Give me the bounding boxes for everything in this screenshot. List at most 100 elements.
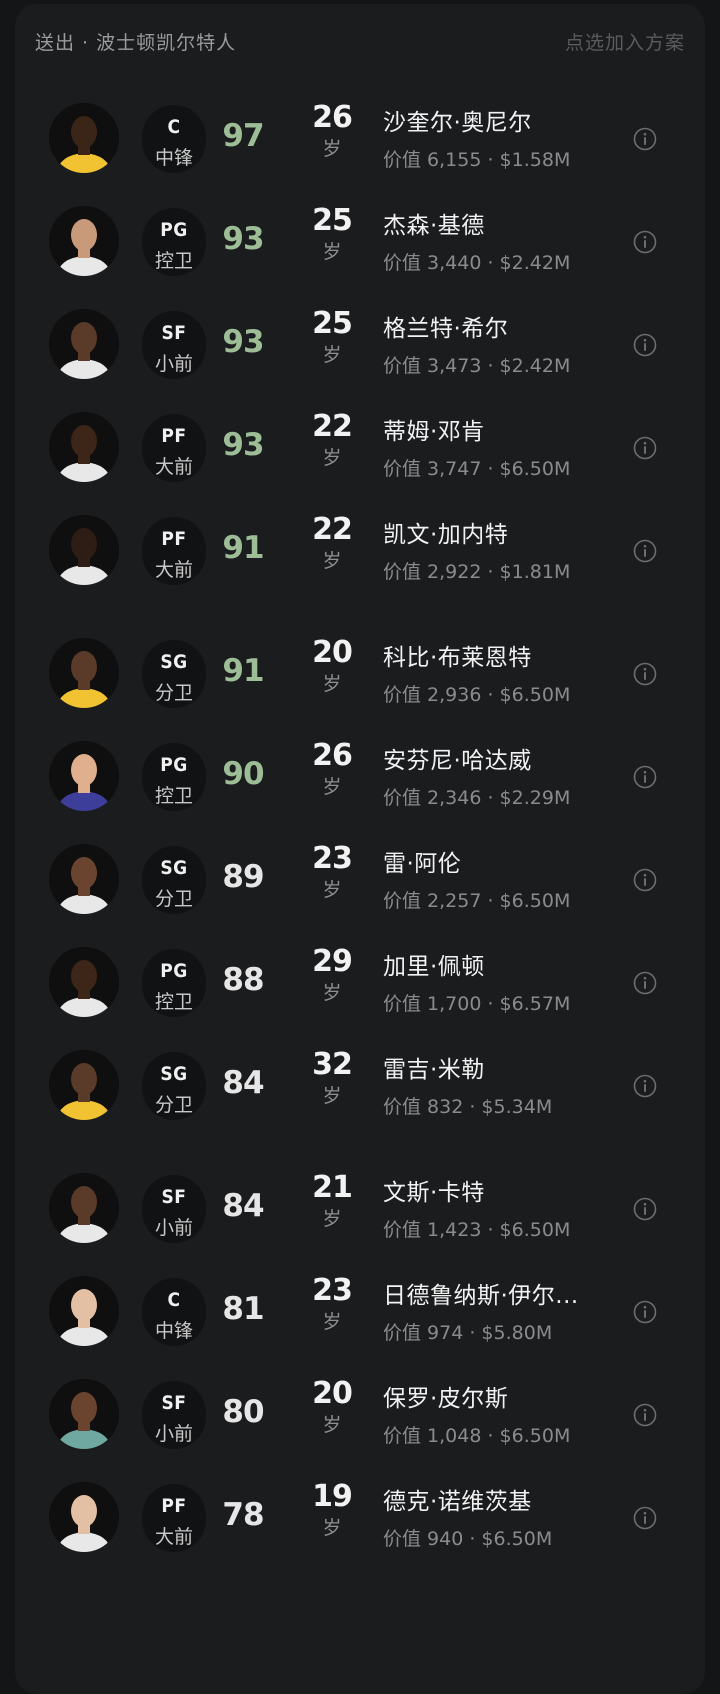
position-label: 分卫 — [154, 888, 193, 910]
info-icon[interactable] — [633, 1197, 657, 1221]
age-number: 25 — [312, 203, 353, 238]
player-row[interactable]: PF 大前 91 22 岁 凯文·加内特价值 2,922 · $1.81M — [15, 495, 705, 605]
info-icon[interactable] — [633, 662, 657, 686]
player-age: 25 岁 — [302, 204, 362, 266]
player-avatar — [49, 947, 119, 1017]
player-value-salary: 价值 2,346 · $2.29M — [383, 787, 571, 809]
player-name: 安芬尼·哈达威 — [383, 748, 532, 774]
position-label: 大前 — [154, 559, 193, 581]
overall-rating: 91 — [222, 530, 264, 566]
player-value-salary: 价值 6,155 · $1.58M — [383, 149, 571, 171]
position-label: 中锋 — [154, 1320, 193, 1342]
position-abbr: PG — [160, 960, 188, 982]
age-number: 29 — [312, 944, 353, 979]
position-abbr: PG — [160, 219, 188, 241]
player-age: 21 岁 — [302, 1171, 362, 1233]
age-number: 26 — [312, 738, 353, 773]
info-icon[interactable] — [633, 1506, 657, 1530]
add-to-plan-button[interactable]: 点选加入方案 — [565, 28, 685, 55]
player-name: 德克·诺维茨基 — [383, 1489, 532, 1515]
position-label: 大前 — [154, 456, 193, 478]
age-unit: 岁 — [322, 1085, 342, 1107]
info-icon[interactable] — [633, 1300, 657, 1324]
position-label: 分卫 — [154, 682, 193, 704]
info-icon[interactable] — [633, 1403, 657, 1427]
position-badge: PF 大前 — [142, 1484, 206, 1552]
player-row[interactable]: SF 小前 84 21 岁 文斯·卡特 价值 1,423 · $6.50M — [15, 1153, 705, 1263]
info-icon[interactable] — [633, 436, 657, 460]
overall-rating: 84 — [222, 1065, 264, 1101]
position-badge: SF 小前 — [142, 311, 206, 379]
player-row[interactable]: SG 分卫 91 20 岁 科比·布莱恩特 价值 2,936 · $6.50M — [15, 618, 705, 728]
player-row[interactable]: C 中锋 97 26 岁 沙奎尔·奥尼尔 价值 6,155 · $1.58M — [15, 83, 705, 193]
player-row[interactable]: PG 控卫 93 25 岁 杰森·基德 价值 3,440 · $2.42M — [15, 186, 705, 296]
position-badge: PF 大前 — [142, 414, 206, 482]
position-abbr: SG — [160, 1063, 188, 1085]
player-age: 26 岁 — [302, 101, 362, 163]
position-abbr: PF — [161, 1495, 187, 1517]
player-value-salary: 价值 1,048 · $6.50M — [383, 1425, 571, 1447]
player-age: 25 岁 — [302, 307, 362, 369]
info-icon[interactable] — [633, 765, 657, 789]
info-icon[interactable] — [633, 333, 657, 357]
player-avatar — [49, 103, 119, 173]
player-age: 26 岁 — [302, 739, 362, 801]
position-badge: PF 大前 — [142, 517, 206, 585]
age-number: 32 — [312, 1047, 353, 1082]
player-name: 格兰特·希尔 — [383, 316, 509, 342]
position-abbr: SG — [160, 857, 188, 879]
overall-rating: 84 — [222, 1188, 264, 1224]
overall-rating: 90 — [222, 756, 264, 792]
position-label: 小前 — [154, 1423, 193, 1445]
position-label: 大前 — [154, 1526, 193, 1548]
player-value-salary: 价值 832 · $5.34M — [383, 1096, 553, 1118]
age-number: 20 — [312, 1376, 353, 1411]
player-row[interactable]: SG 分卫 89 23 岁 雷·阿伦 价值 2,257 · $6.50M — [15, 824, 705, 934]
player-row[interactable]: SF 小前 80 20 岁 保罗·皮尔斯 价值 1,048 · $6.50M — [15, 1359, 705, 1469]
info-icon[interactable] — [633, 230, 657, 254]
player-name: 保罗·皮尔斯 — [383, 1386, 509, 1412]
info-icon[interactable] — [633, 971, 657, 995]
player-value-salary: 价值 2,922 · $1.81M — [383, 561, 571, 583]
position-label: 小前 — [154, 353, 193, 375]
player-row[interactable]: SG 分卫 84 32 岁 雷吉·米勒 价值 832 · $5.34M — [15, 1030, 705, 1140]
age-number: 23 — [312, 1273, 353, 1308]
player-avatar — [49, 1276, 119, 1346]
player-row[interactable]: C 中锋 81 23 岁 日德鲁纳斯·伊尔... 价值 974 · $5.80M — [15, 1256, 705, 1366]
player-age: 22 岁 — [302, 513, 362, 575]
player-avatar — [49, 741, 119, 811]
player-avatar — [49, 1050, 119, 1120]
age-unit: 岁 — [322, 447, 342, 469]
position-abbr: SF — [161, 1392, 187, 1414]
info-icon[interactable] — [633, 127, 657, 151]
player-value-salary: 价值 1,423 · $6.50M — [383, 1219, 571, 1241]
position-badge: PG 控卫 — [142, 949, 206, 1017]
player-row[interactable]: PG 控卫 88 29 岁 加里·佩顿 价值 1,700 · $6.57M — [15, 927, 705, 1037]
player-row[interactable]: PF 大前 78 19 岁 德克·诺维茨基 价值 940 · $6.50M — [15, 1462, 705, 1572]
player-row[interactable]: PG 控卫 90 26 岁 安芬尼·哈达威价值 2,346 · $2.29M — [15, 721, 705, 831]
player-row[interactable]: SF 小前 93 25 岁 格兰特·希尔 价值 3,473 · $2.42M — [15, 289, 705, 399]
panel-header: 送出 · 波士顿凯尔特人 点选加入方案 — [15, 4, 705, 74]
position-abbr: C — [167, 116, 181, 138]
age-unit: 岁 — [322, 1517, 342, 1539]
position-abbr: PG — [160, 754, 188, 776]
player-age: 29 岁 — [302, 945, 362, 1007]
position-label: 控卫 — [154, 785, 193, 807]
player-name: 日德鲁纳斯·伊尔... — [383, 1283, 579, 1309]
overall-rating: 93 — [222, 324, 264, 360]
player-age: 20 岁 — [302, 1377, 362, 1439]
player-age: 22 岁 — [302, 410, 362, 472]
overall-rating: 97 — [222, 118, 264, 154]
player-name: 雷吉·米勒 — [383, 1057, 485, 1083]
player-value-salary: 价值 974 · $5.80M — [383, 1322, 553, 1344]
info-icon[interactable] — [633, 1074, 657, 1098]
info-icon[interactable] — [633, 539, 657, 563]
position-abbr: SG — [160, 651, 188, 673]
age-unit: 岁 — [322, 241, 342, 263]
position-abbr: C — [167, 1289, 181, 1311]
player-row[interactable]: PF 大前 93 22 岁 蒂姆·邓肯 价值 3,747 · $6.50M — [15, 392, 705, 502]
player-name: 杰森·基德 — [383, 213, 485, 239]
player-name: 凯文·加内特 — [383, 522, 509, 548]
age-number: 23 — [312, 841, 353, 876]
info-icon[interactable] — [633, 868, 657, 892]
